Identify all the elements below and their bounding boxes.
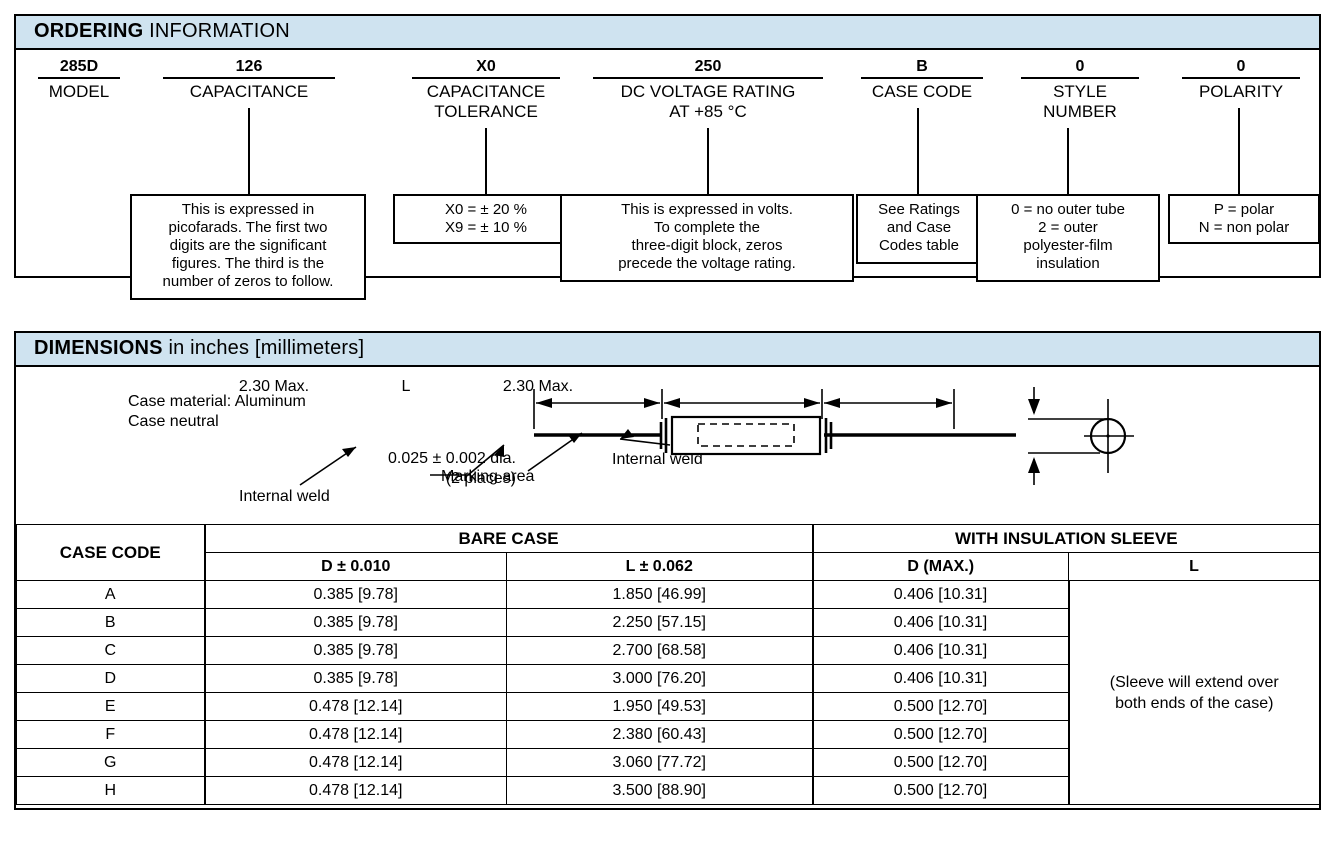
ordering-note-style-number: 0 = no outer tube 2 = outer polyester-fi… — [976, 194, 1160, 282]
ordering-label-case-code: CASE CODE — [871, 82, 973, 101]
ordering-stem-polarity — [1238, 108, 1240, 194]
ordering-header-light: INFORMATION — [143, 20, 290, 42]
header-group-insulation-sleeve: WITH INSULATION SLEEVE — [811, 524, 1321, 553]
cell-case-code: G — [16, 748, 205, 777]
header-case-code: CASE CODE — [16, 524, 205, 581]
ordering-label-model: MODEL — [48, 82, 110, 101]
cell-case-code: B — [16, 608, 205, 637]
cell-bare-l: 3.500 [88.90] — [506, 776, 813, 805]
ordering-header-strong: ORDERING — [34, 20, 144, 42]
cell-bare-d: 0.478 [12.14] — [203, 720, 507, 749]
ordering-code-model: 285D — [59, 58, 99, 75]
ordering-column-voltage: 250 DC VOLTAGE RATING AT +85 °C — [572, 58, 844, 122]
ordering-note-polarity: P = polar N = non polar — [1168, 194, 1320, 244]
dimensions-header-light: in inches [millimeters] — [162, 337, 365, 359]
ordering-code-case-code: B — [916, 58, 928, 75]
ordering-stem-voltage — [707, 128, 709, 194]
ordering-label-voltage: DC VOLTAGE RATING AT +85 °C — [620, 82, 796, 121]
cell-bare-d: 0.385 [9.78] — [203, 608, 507, 637]
capacitor-outline-drawing: Case material: Aluminum Case neutral 0.0… — [16, 367, 1319, 524]
ordering-column-style-number: 0 STYLE NUMBER — [998, 58, 1162, 122]
ordering-label-capacitance: CAPACITANCE — [189, 82, 309, 101]
ordering-stem-style-number — [1067, 128, 1069, 194]
ordering-label-tolerance: CAPACITANCE TOLERANCE — [426, 82, 546, 121]
cell-sleeve-d: 0.406 [10.31] — [811, 580, 1069, 609]
case-code-table-body: A 0.385 [9.78] 1.850 [46.99] 0.406 [10.3… — [16, 580, 1321, 805]
cell-bare-l: 1.850 [46.99] — [506, 580, 813, 609]
ordering-stem-capacitance — [248, 108, 250, 196]
table-header-row-columns: D ± 0.010 L ± 0.062 D (MAX.) L — [17, 552, 1321, 581]
ordering-note-tolerance: X0 = ± 20 % X9 = ± 10 % — [393, 194, 579, 244]
ordering-note-voltage: This is expressed in volts. To complete … — [560, 194, 854, 282]
cell-case-code: C — [16, 636, 205, 665]
ordering-label-polarity: POLARITY — [1198, 82, 1284, 101]
dimensions-header-strong: DIMENSIONS — [34, 337, 163, 359]
ordering-information-panel: ORDERING INFORMATION 285D MODEL 126 CAPA… — [14, 14, 1321, 300]
cell-bare-l: 2.700 [68.58] — [506, 636, 813, 665]
cell-case-code: A — [16, 580, 205, 609]
cell-sleeve-d: 0.500 [12.70] — [811, 720, 1069, 749]
header-sleeve-d: D (MAX.) — [811, 552, 1069, 581]
cell-bare-l: 3.060 [77.72] — [506, 748, 813, 777]
cell-bare-d: 0.478 [12.14] — [203, 748, 507, 777]
case-code-dimensions-table: CASE CODE BARE CASE WITH INSULATION SLEE… — [16, 524, 1321, 805]
cell-sleeve-length-note: (Sleeve will extend over both ends of th… — [1067, 580, 1321, 805]
cell-sleeve-d: 0.500 [12.70] — [811, 748, 1069, 777]
ordering-column-capacitance: 126 CAPACITANCE — [144, 58, 354, 102]
cell-bare-l: 2.380 [60.43] — [506, 720, 813, 749]
ordering-note-case-code: See Ratings and Case Codes table — [856, 194, 982, 264]
ordering-column-tolerance: X0 CAPACITANCE TOLERANCE — [392, 58, 580, 122]
header-bare-l: L ± 0.062 — [506, 552, 813, 581]
ordering-label-style-number: STYLE NUMBER — [1043, 82, 1117, 121]
ordering-code-capacitance: 126 — [235, 58, 263, 75]
cell-bare-l: 2.250 [57.15] — [506, 608, 813, 637]
header-group-bare-case: BARE CASE — [203, 524, 813, 553]
header-bare-d: D ± 0.010 — [203, 552, 507, 581]
ordering-column-polarity: 0 POLARITY — [1166, 58, 1316, 102]
cell-sleeve-d: 0.406 [10.31] — [811, 664, 1069, 693]
cell-bare-d: 0.478 [12.14] — [203, 692, 507, 721]
ordering-information-header: ORDERING INFORMATION — [16, 16, 1319, 50]
capacitor-schematic-svg — [299, 387, 1134, 486]
cell-bare-d: 0.478 [12.14] — [203, 776, 507, 805]
ordering-column-model: 285D MODEL — [20, 58, 138, 102]
ordering-code-polarity: 0 — [1236, 58, 1246, 75]
cell-sleeve-d: 0.406 [10.31] — [811, 636, 1069, 665]
ordering-note-capacitance: This is expressed in picofarads. The fir… — [130, 194, 366, 300]
cell-bare-d: 0.385 [9.78] — [203, 636, 507, 665]
ordering-code-voltage: 250 — [694, 58, 722, 75]
ordering-code-style-number: 0 — [1075, 58, 1085, 75]
dimensions-header: DIMENSIONS in inches [millimeters] — [16, 333, 1319, 367]
ordering-stem-case-code — [917, 108, 919, 194]
cell-bare-l: 1.950 [49.53] — [506, 692, 813, 721]
cell-sleeve-d: 0.500 [12.70] — [811, 776, 1069, 805]
cell-case-code: F — [16, 720, 205, 749]
cell-bare-d: 0.385 [9.78] — [203, 664, 507, 693]
cell-case-code: E — [16, 692, 205, 721]
cell-sleeve-d: 0.500 [12.70] — [811, 692, 1069, 721]
cell-sleeve-d: 0.406 [10.31] — [811, 608, 1069, 637]
ordering-columns-area: 285D MODEL 126 CAPACITANCE This is expre… — [16, 50, 1320, 300]
table-header-row-groups: CASE CODE BARE CASE WITH INSULATION SLEE… — [16, 524, 1321, 581]
ordering-code-tolerance: X0 — [476, 58, 496, 75]
ordering-stem-tolerance — [485, 128, 487, 194]
dimensions-body: Case material: Aluminum Case neutral 0.0… — [16, 367, 1321, 842]
ordering-column-case-code: B CASE CODE — [848, 58, 996, 102]
cell-bare-d: 0.385 [9.78] — [203, 580, 507, 609]
table-row: A 0.385 [9.78] 1.850 [46.99] 0.406 [10.3… — [16, 580, 1321, 805]
cell-case-code: H — [16, 776, 205, 805]
cell-case-code: D — [16, 664, 205, 693]
cell-bare-l: 3.000 [76.20] — [506, 664, 813, 693]
header-sleeve-l: L — [1067, 552, 1321, 581]
dimensions-panel: DIMENSIONS in inches [millimeters] Case … — [14, 331, 1321, 810]
